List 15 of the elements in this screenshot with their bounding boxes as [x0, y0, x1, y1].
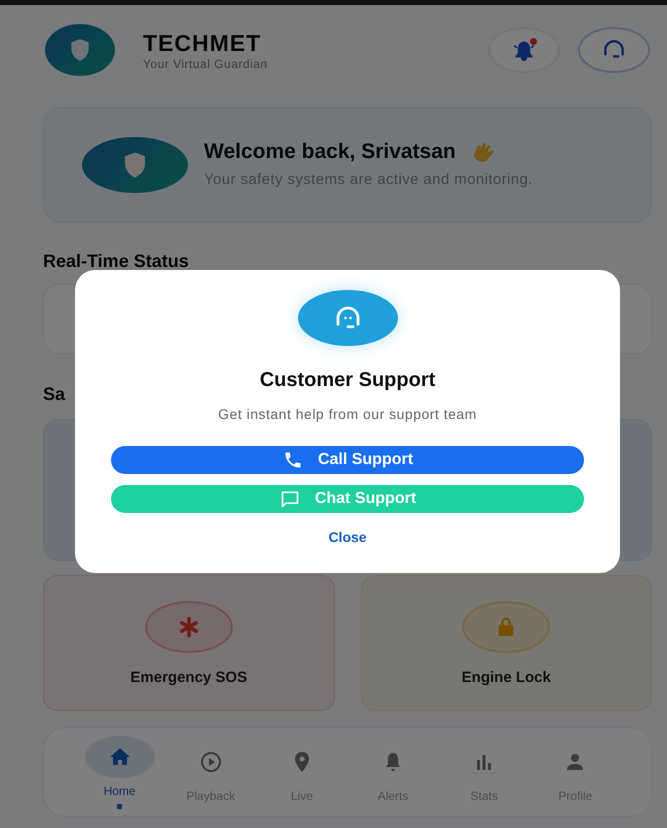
app-subtitle: Your Virtual Guardian	[143, 56, 269, 70]
welcome-text: Your safety systems are active and monitoring.	[204, 170, 533, 190]
app-title: TECHMET	[143, 30, 262, 56]
section-title: Sa	[43, 384, 66, 405]
section-title: Real-Time Status	[43, 251, 190, 272]
action-label: Engine Lock	[462, 668, 551, 686]
dialog-title: Customer Support	[260, 369, 436, 392]
close-button[interactable]: Close	[324, 527, 371, 547]
action-label: Emergency SOS	[130, 668, 248, 686]
chat-button[interactable]: Chat Support	[111, 485, 584, 513]
chat-icon	[278, 489, 301, 509]
call-button[interactable]: Call Support	[111, 446, 584, 474]
play-icon	[198, 750, 223, 774]
dialog-text: Get instant help from our support team	[218, 406, 477, 422]
welcome-title: Welcome back, Srivatsan	[204, 140, 456, 164]
